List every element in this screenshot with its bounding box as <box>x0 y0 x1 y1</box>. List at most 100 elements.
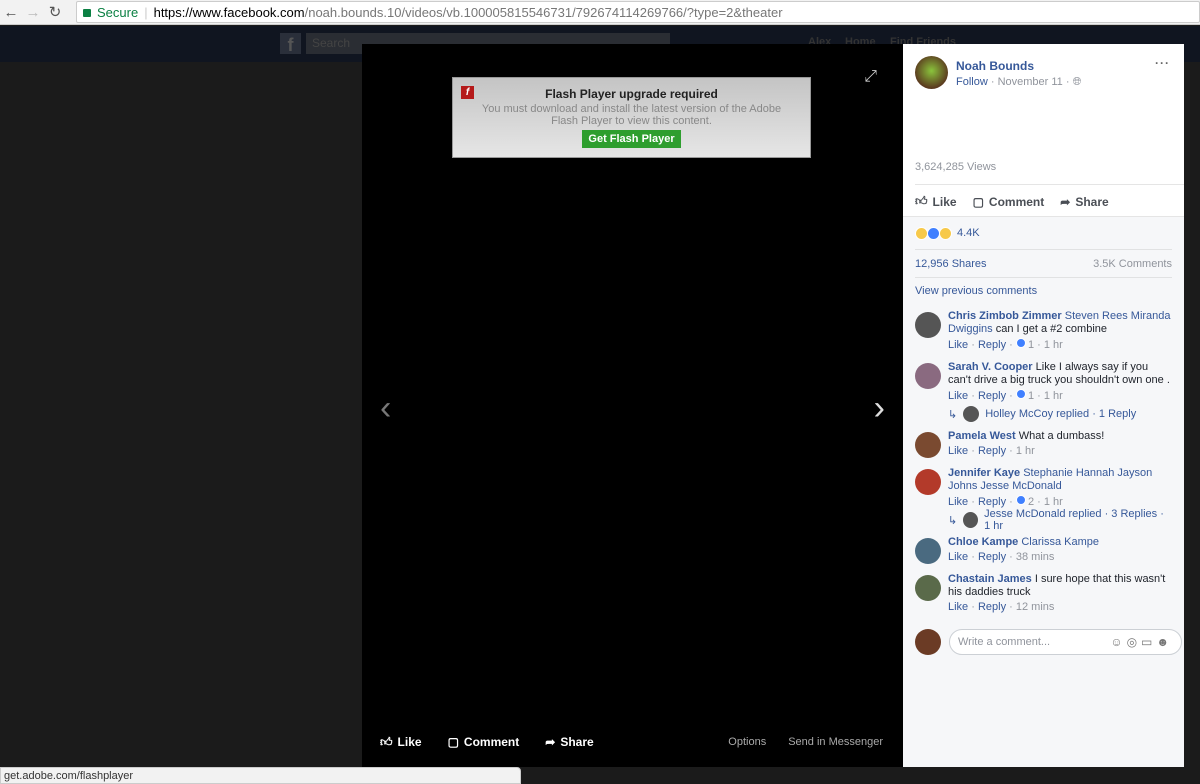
comment-button[interactable]: ▢ Comment <box>973 194 1045 209</box>
comments-count[interactable]: 3.5K Comments <box>1093 258 1172 270</box>
comment-placeholder: Write a comment... <box>958 636 1051 648</box>
comment-label: Comment <box>463 735 520 749</box>
comment-input-icons[interactable]: ☺◎▭☻ <box>1110 635 1173 649</box>
reply-summary: Holley McCoy replied · 1 Reply <box>985 408 1137 420</box>
comment-reply-link[interactable]: Reply <box>978 390 1006 402</box>
like-label: Like <box>932 194 957 209</box>
reactions-summary[interactable]: 4.4K <box>915 217 1172 250</box>
like-button[interactable]: 👍︎ Like <box>915 194 957 209</box>
post-sidebar: Noah Bounds Follow · November 11 · 🌐︎ ··… <box>903 44 1184 767</box>
commenter-name[interactable]: Sarah V. Cooper <box>948 361 1033 373</box>
share-label: Share <box>560 735 594 749</box>
get-flash-player-button[interactable]: Get Flash Player <box>582 130 681 148</box>
write-comment: Write a comment... ☺◎▭☻ <box>915 629 1184 655</box>
commenter-name[interactable]: Pamela West <box>948 430 1016 442</box>
next-arrow-icon[interactable]: › <box>874 389 885 428</box>
comment-like-link[interactable]: Like <box>948 551 968 563</box>
comment-time[interactable]: 1 hr <box>1044 496 1063 508</box>
comment-reaction-count[interactable]: 1 <box>1028 390 1034 402</box>
commenter-avatar[interactable] <box>915 312 941 338</box>
comment-reaction-count[interactable]: 2 <box>1028 496 1034 508</box>
share-icon: ➦ <box>545 735 556 749</box>
replies-link[interactable]: ↳ Holley McCoy replied · 1 Reply <box>915 403 1172 425</box>
post-meta: Follow · November 11 · 🌐︎ <box>956 76 1081 89</box>
reply-arrow-icon: ↳ <box>948 514 958 527</box>
thumbs-up-icon: 👍︎ <box>915 194 928 208</box>
reply-summary: Jesse McDonald replied · 3 Replies · 1 h… <box>984 508 1164 532</box>
previous-arrow-icon[interactable]: ‹ <box>380 389 391 428</box>
commenter-avatar[interactable] <box>915 469 941 495</box>
comment: Chastain James I sure hope that this was… <box>915 573 1172 614</box>
author-name[interactable]: Noah Bounds <box>956 59 1034 73</box>
comment-like-link[interactable]: Like <box>948 496 968 508</box>
flash-icon: f <box>461 86 474 99</box>
flash-title: Flash Player upgrade required <box>545 87 718 101</box>
comment-text: can I get a #2 combine <box>995 323 1107 335</box>
comment-reaction-count[interactable]: 1 <box>1028 339 1034 351</box>
reply-arrow-icon: ↳ <box>948 408 958 421</box>
comment-text: What a dumbass! <box>1018 430 1105 442</box>
comment-reply-link[interactable]: Reply <box>978 551 1006 563</box>
video-like-button[interactable]: 👍︎ Like <box>380 735 422 750</box>
comment-like-link[interactable]: Like <box>948 339 968 351</box>
tagged-users[interactable]: Clarissa Kampe <box>1021 536 1099 548</box>
commenter-name[interactable]: Jennifer Kaye <box>948 467 1020 479</box>
comment-time[interactable]: 12 mins <box>1016 601 1055 613</box>
shares-link[interactable]: 12,956 Shares <box>915 258 987 270</box>
replier-avatar <box>963 512 979 528</box>
flash-upgrade-notice: f Flash Player upgrade required You must… <box>452 77 811 158</box>
comment-reply-link[interactable]: Reply <box>978 445 1006 457</box>
expand-icon[interactable]: ⤢ <box>864 68 877 86</box>
share-button[interactable]: ➦ Share <box>1060 194 1108 209</box>
comment-time[interactable]: 38 mins <box>1016 551 1055 563</box>
comment-reply-link[interactable]: Reply <box>978 339 1006 351</box>
comment-time[interactable]: 1 hr <box>1044 390 1063 402</box>
url-host: https://www.facebook.com <box>153 4 305 20</box>
options-link[interactable]: Options <box>728 736 766 748</box>
reaction-count: 4.4K <box>957 227 980 239</box>
comment-reply-link[interactable]: Reply <box>978 601 1006 613</box>
reaction-icon <box>1015 389 1026 399</box>
secure-label: Secure <box>97 4 139 20</box>
follow-link[interactable]: Follow <box>956 76 988 88</box>
comment-icon: ▢ <box>447 735 459 749</box>
user-avatar <box>915 629 941 655</box>
comment-like-link[interactable]: Like <box>948 445 968 457</box>
reload-icon[interactable]: ↻ <box>44 3 66 21</box>
comment-reply-link[interactable]: Reply <box>978 496 1006 508</box>
comment: Jennifer Kaye Stephanie Hannah Jayson Jo… <box>915 467 1172 509</box>
comment-time[interactable]: 1 hr <box>1016 445 1035 457</box>
author-avatar[interactable] <box>915 56 948 89</box>
comment-like-link[interactable]: Like <box>948 601 968 613</box>
commenter-name[interactable]: Chastain James <box>948 573 1032 585</box>
commenter-name[interactable]: Chris Zimbob Zimmer <box>948 310 1062 322</box>
like-label: Like <box>397 735 422 749</box>
comment-time[interactable]: 1 hr <box>1044 339 1063 351</box>
replier-avatar <box>963 406 980 422</box>
forward-icon[interactable]: → <box>22 4 44 21</box>
browser-toolbar: ← → ↻ Secure | https://www.facebook.com /… <box>0 0 1200 25</box>
replies-link[interactable]: ↳ Jesse McDonald replied · 3 Replies · 1 … <box>915 508 1172 532</box>
facebook-logo-icon[interactable]: f <box>280 33 301 55</box>
video-player[interactable]: f Flash Player upgrade required You must… <box>362 44 903 767</box>
back-icon[interactable]: ← <box>0 4 22 21</box>
commenter-avatar[interactable] <box>915 575 941 601</box>
comment: Chris Zimbob Zimmer Steven Rees Miranda … <box>915 310 1172 352</box>
video-share-button[interactable]: ➦ Share <box>545 735 593 749</box>
comment-list: Chris Zimbob Zimmer Steven Rees Miranda … <box>915 310 1172 618</box>
comment-input[interactable]: Write a comment... ☺◎▭☻ <box>949 629 1182 655</box>
thumbs-up-icon: 👍︎ <box>380 734 393 749</box>
send-in-messenger-link[interactable]: Send in Messenger <box>788 736 883 748</box>
wow-icon <box>939 226 952 240</box>
commenter-name[interactable]: Chloe Kampe <box>948 536 1018 548</box>
url-path: /noah.bounds.10/videos/vb.10000581554673… <box>304 4 783 20</box>
more-options-icon[interactable]: ··· <box>1155 56 1170 70</box>
commenter-avatar[interactable] <box>915 363 941 389</box>
address-bar[interactable]: Secure | https://www.facebook.com/noah.b… <box>76 1 1200 23</box>
commenter-avatar[interactable] <box>915 432 941 458</box>
lock-icon <box>83 9 91 17</box>
commenter-avatar[interactable] <box>915 538 941 564</box>
view-previous-comments[interactable]: View previous comments <box>915 278 1172 305</box>
video-comment-button[interactable]: ▢ Comment <box>448 735 520 749</box>
comment-like-link[interactable]: Like <box>948 390 968 402</box>
